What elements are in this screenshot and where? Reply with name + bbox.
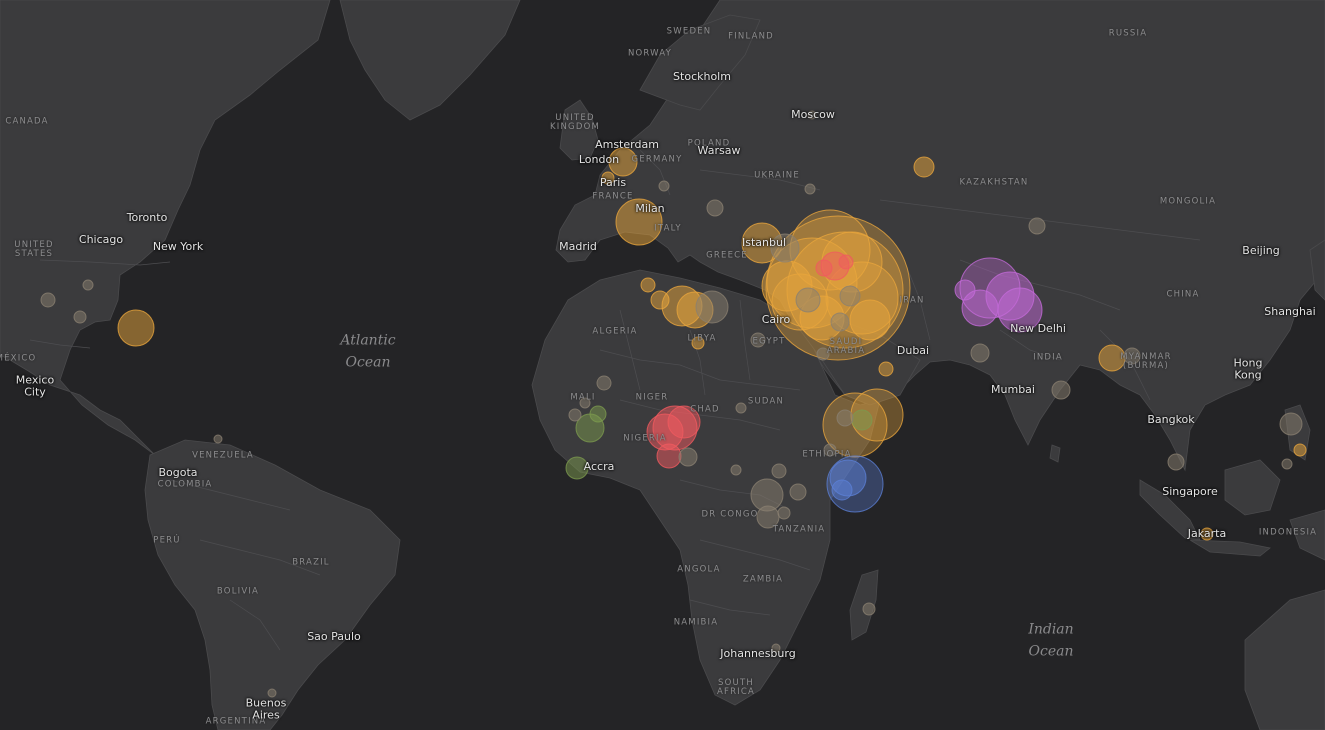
event-bubble-grey[interactable] <box>735 402 747 414</box>
event-bubble-grey[interactable] <box>771 643 781 653</box>
event-bubble-orange[interactable] <box>608 147 638 177</box>
event-bubble-grey[interactable] <box>706 199 724 217</box>
event-bubble-grey[interactable] <box>730 464 742 476</box>
event-bubble-green[interactable] <box>565 456 589 480</box>
event-bubble-orange[interactable] <box>1098 344 1126 372</box>
event-bubble-grey[interactable] <box>1028 217 1046 235</box>
event-bubble-grey[interactable] <box>756 505 780 529</box>
event-bubble-red[interactable] <box>656 443 682 469</box>
event-bubble-orange[interactable] <box>650 290 670 310</box>
event-bubble-red[interactable] <box>815 259 833 277</box>
event-bubble-orange[interactable] <box>615 198 663 246</box>
event-bubble-grey[interactable] <box>830 312 850 332</box>
event-bubble-grey[interactable] <box>40 292 56 308</box>
event-bubble-grey[interactable] <box>1051 380 1071 400</box>
event-bubble-grey[interactable] <box>1123 347 1141 365</box>
event-bubble-grey[interactable] <box>267 688 277 698</box>
event-bubble-orange[interactable] <box>878 361 894 377</box>
event-bubble-grey[interactable] <box>823 443 837 457</box>
event-bubble-grey[interactable] <box>695 290 729 324</box>
event-bubble-green[interactable] <box>589 405 607 423</box>
event-bubble-orange[interactable] <box>849 299 891 341</box>
event-bubble-grey[interactable] <box>795 287 821 313</box>
event-bubble-red[interactable] <box>838 254 854 270</box>
event-bubble-grey[interactable] <box>596 375 612 391</box>
event-bubble-grey[interactable] <box>1279 412 1303 436</box>
event-bubble-grey[interactable] <box>770 233 800 263</box>
event-bubble-orange[interactable] <box>640 277 656 293</box>
event-bubble-grey[interactable] <box>789 483 807 501</box>
map-canvas[interactable] <box>0 0 1325 730</box>
event-bubble-purple[interactable] <box>997 287 1043 333</box>
event-bubble-red[interactable] <box>667 405 701 439</box>
event-bubble-grey[interactable] <box>658 180 670 192</box>
event-bubble-grey[interactable] <box>1167 453 1185 471</box>
event-bubble-blue[interactable] <box>831 479 853 501</box>
event-bubble-grey[interactable] <box>82 279 94 291</box>
event-bubble-grey[interactable] <box>970 343 990 363</box>
event-bubble-orange[interactable] <box>117 309 155 347</box>
event-bubble-grey[interactable] <box>1281 458 1293 470</box>
event-bubble-orange[interactable] <box>1200 527 1214 541</box>
event-bubble-orange[interactable] <box>913 156 935 178</box>
event-bubble-grey[interactable] <box>836 409 854 427</box>
event-bubble-grey[interactable] <box>678 447 698 467</box>
event-bubble-grey[interactable] <box>579 397 591 409</box>
event-bubble-orange[interactable] <box>601 171 615 185</box>
event-bubble-grey[interactable] <box>73 310 87 324</box>
event-bubble-grey[interactable] <box>807 110 817 120</box>
event-bubble-grey[interactable] <box>862 602 876 616</box>
event-bubble-green[interactable] <box>851 409 873 431</box>
event-bubble-grey[interactable] <box>839 285 861 307</box>
event-bubble-grey[interactable] <box>568 408 582 422</box>
event-bubble-grey[interactable] <box>816 347 830 361</box>
event-bubble-orange[interactable] <box>691 336 705 350</box>
event-bubble-orange[interactable] <box>1293 443 1307 457</box>
event-bubble-purple[interactable] <box>954 279 976 301</box>
event-bubble-grey[interactable] <box>771 463 787 479</box>
event-bubble-grey[interactable] <box>804 183 816 195</box>
world-map[interactable]: SWEDEN FINLAND RUSSIA NORWAY UNITED KINGDOM C… <box>0 0 1325 730</box>
event-bubble-grey[interactable] <box>213 434 223 444</box>
event-bubble-grey[interactable] <box>750 332 766 348</box>
event-bubble-grey[interactable] <box>777 506 791 520</box>
